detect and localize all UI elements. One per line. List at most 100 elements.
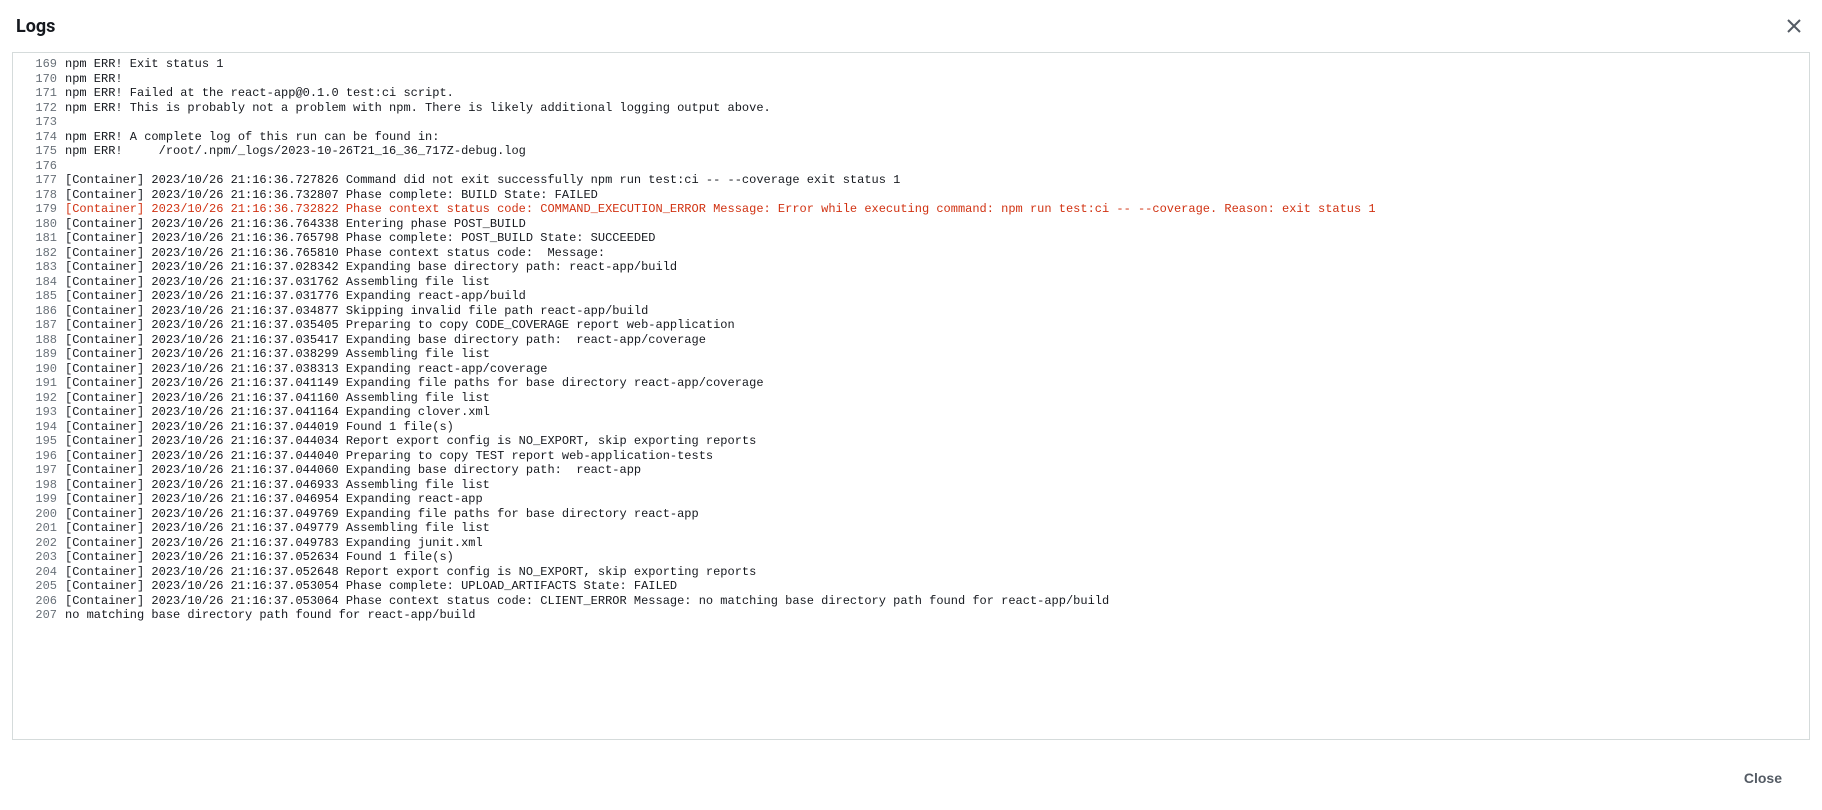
log-line: 200[Container] 2023/10/26 21:16:37.04976… [13, 507, 1809, 522]
log-line: 202[Container] 2023/10/26 21:16:37.04978… [13, 536, 1809, 551]
line-text: [Container] 2023/10/26 21:16:36.732807 P… [65, 188, 1809, 203]
log-line: 179[Container] 2023/10/26 21:16:36.73282… [13, 202, 1809, 217]
line-text: [Container] 2023/10/26 21:16:37.035417 E… [65, 333, 1809, 348]
line-number: 199 [13, 492, 65, 507]
line-number: 175 [13, 144, 65, 159]
close-button[interactable]: Close [1724, 764, 1802, 792]
line-text [65, 115, 1809, 130]
line-number: 198 [13, 478, 65, 493]
line-number: 177 [13, 173, 65, 188]
line-number: 191 [13, 376, 65, 391]
log-line: 196[Container] 2023/10/26 21:16:37.04404… [13, 449, 1809, 464]
line-text: [Container] 2023/10/26 21:16:37.031776 E… [65, 289, 1809, 304]
line-number: 205 [13, 579, 65, 594]
log-line: 185[Container] 2023/10/26 21:16:37.03177… [13, 289, 1809, 304]
line-number: 185 [13, 289, 65, 304]
line-number: 196 [13, 449, 65, 464]
log-line: 182[Container] 2023/10/26 21:16:36.76581… [13, 246, 1809, 261]
line-number: 206 [13, 594, 65, 609]
line-text: [Container] 2023/10/26 21:16:37.035405 P… [65, 318, 1809, 333]
line-text [65, 159, 1809, 174]
log-line: 193[Container] 2023/10/26 21:16:37.04116… [13, 405, 1809, 420]
line-text: [Container] 2023/10/26 21:16:37.049783 E… [65, 536, 1809, 551]
line-number: 197 [13, 463, 65, 478]
log-line: 175npm ERR! /root/.npm/_logs/2023-10-26T… [13, 144, 1809, 159]
line-text: [Container] 2023/10/26 21:16:37.028342 E… [65, 260, 1809, 275]
line-number: 203 [13, 550, 65, 565]
line-text: [Container] 2023/10/26 21:16:37.044040 P… [65, 449, 1809, 464]
line-text: [Container] 2023/10/26 21:16:37.046954 E… [65, 492, 1809, 507]
line-text: [Container] 2023/10/26 21:16:36.764338 E… [65, 217, 1809, 232]
line-text: [Container] 2023/10/26 21:16:37.038299 A… [65, 347, 1809, 362]
line-number: 178 [13, 188, 65, 203]
log-line: 204[Container] 2023/10/26 21:16:37.05264… [13, 565, 1809, 580]
line-text: [Container] 2023/10/26 21:16:37.049779 A… [65, 521, 1809, 536]
log-line: 177[Container] 2023/10/26 21:16:36.72782… [13, 173, 1809, 188]
log-line: 181[Container] 2023/10/26 21:16:36.76579… [13, 231, 1809, 246]
line-number: 171 [13, 86, 65, 101]
log-line: 178[Container] 2023/10/26 21:16:36.73280… [13, 188, 1809, 203]
line-number: 207 [13, 608, 65, 623]
line-number: 188 [13, 333, 65, 348]
line-text: [Container] 2023/10/26 21:16:37.041164 E… [65, 405, 1809, 420]
modal-footer: Close [0, 752, 1822, 810]
modal-header: Logs [0, 0, 1822, 52]
log-line: 180[Container] 2023/10/26 21:16:36.76433… [13, 217, 1809, 232]
log-line: 183[Container] 2023/10/26 21:16:37.02834… [13, 260, 1809, 275]
close-icon-button[interactable] [1782, 14, 1806, 38]
line-text: npm ERR! Failed at the react-app@0.1.0 t… [65, 86, 1809, 101]
line-text: [Container] 2023/10/26 21:16:36.727826 C… [65, 173, 1809, 188]
log-line: 169npm ERR! Exit status 1 [13, 57, 1809, 72]
line-text: [Container] 2023/10/26 21:16:37.034877 S… [65, 304, 1809, 319]
line-text: npm ERR! /root/.npm/_logs/2023-10-26T21_… [65, 144, 1809, 159]
line-text: [Container] 2023/10/26 21:16:37.052648 R… [65, 565, 1809, 580]
log-line: 198[Container] 2023/10/26 21:16:37.04693… [13, 478, 1809, 493]
line-number: 179 [13, 202, 65, 217]
line-number: 186 [13, 304, 65, 319]
close-icon [1786, 18, 1802, 34]
line-number: 190 [13, 362, 65, 377]
log-line: 171npm ERR! Failed at the react-app@0.1.… [13, 86, 1809, 101]
log-line: 172npm ERR! This is probably not a probl… [13, 101, 1809, 116]
log-line: 194[Container] 2023/10/26 21:16:37.04401… [13, 420, 1809, 435]
line-text: npm ERR! Exit status 1 [65, 57, 1809, 72]
line-number: 182 [13, 246, 65, 261]
line-number: 170 [13, 72, 65, 87]
line-text: [Container] 2023/10/26 21:16:37.044060 E… [65, 463, 1809, 478]
log-line: 187[Container] 2023/10/26 21:16:37.03540… [13, 318, 1809, 333]
log-line: 205[Container] 2023/10/26 21:16:37.05305… [13, 579, 1809, 594]
log-line: 184[Container] 2023/10/26 21:16:37.03176… [13, 275, 1809, 290]
line-text: [Container] 2023/10/26 21:16:37.052634 F… [65, 550, 1809, 565]
line-text: [Container] 2023/10/26 21:16:37.044019 F… [65, 420, 1809, 435]
line-text: [Container] 2023/10/26 21:16:37.041160 A… [65, 391, 1809, 406]
log-content: 169npm ERR! Exit status 1170npm ERR!171n… [13, 53, 1809, 627]
line-number: 183 [13, 260, 65, 275]
line-text: [Container] 2023/10/26 21:16:37.031762 A… [65, 275, 1809, 290]
line-number: 204 [13, 565, 65, 580]
line-number: 189 [13, 347, 65, 362]
line-number: 180 [13, 217, 65, 232]
line-text: [Container] 2023/10/26 21:16:37.046933 A… [65, 478, 1809, 493]
log-line: 199[Container] 2023/10/26 21:16:37.04695… [13, 492, 1809, 507]
log-line: 170npm ERR! [13, 72, 1809, 87]
line-number: 194 [13, 420, 65, 435]
line-number: 169 [13, 57, 65, 72]
line-number: 173 [13, 115, 65, 130]
log-viewer[interactable]: 169npm ERR! Exit status 1170npm ERR!171n… [12, 52, 1810, 740]
line-text: [Container] 2023/10/26 21:16:37.044034 R… [65, 434, 1809, 449]
line-text: npm ERR! [65, 72, 1809, 87]
line-text: [Container] 2023/10/26 21:16:37.041149 E… [65, 376, 1809, 391]
log-line: 206[Container] 2023/10/26 21:16:37.05306… [13, 594, 1809, 609]
log-line: 188[Container] 2023/10/26 21:16:37.03541… [13, 333, 1809, 348]
line-number: 202 [13, 536, 65, 551]
line-number: 172 [13, 101, 65, 116]
modal-title: Logs [16, 16, 55, 37]
line-text: npm ERR! A complete log of this run can … [65, 130, 1809, 145]
log-line: 176 [13, 159, 1809, 174]
log-line: 192[Container] 2023/10/26 21:16:37.04116… [13, 391, 1809, 406]
line-number: 174 [13, 130, 65, 145]
log-line: 174npm ERR! A complete log of this run c… [13, 130, 1809, 145]
log-line: 197[Container] 2023/10/26 21:16:37.04406… [13, 463, 1809, 478]
logs-modal: Logs 169npm ERR! Exit status 1170npm ERR… [0, 0, 1822, 810]
line-number: 187 [13, 318, 65, 333]
